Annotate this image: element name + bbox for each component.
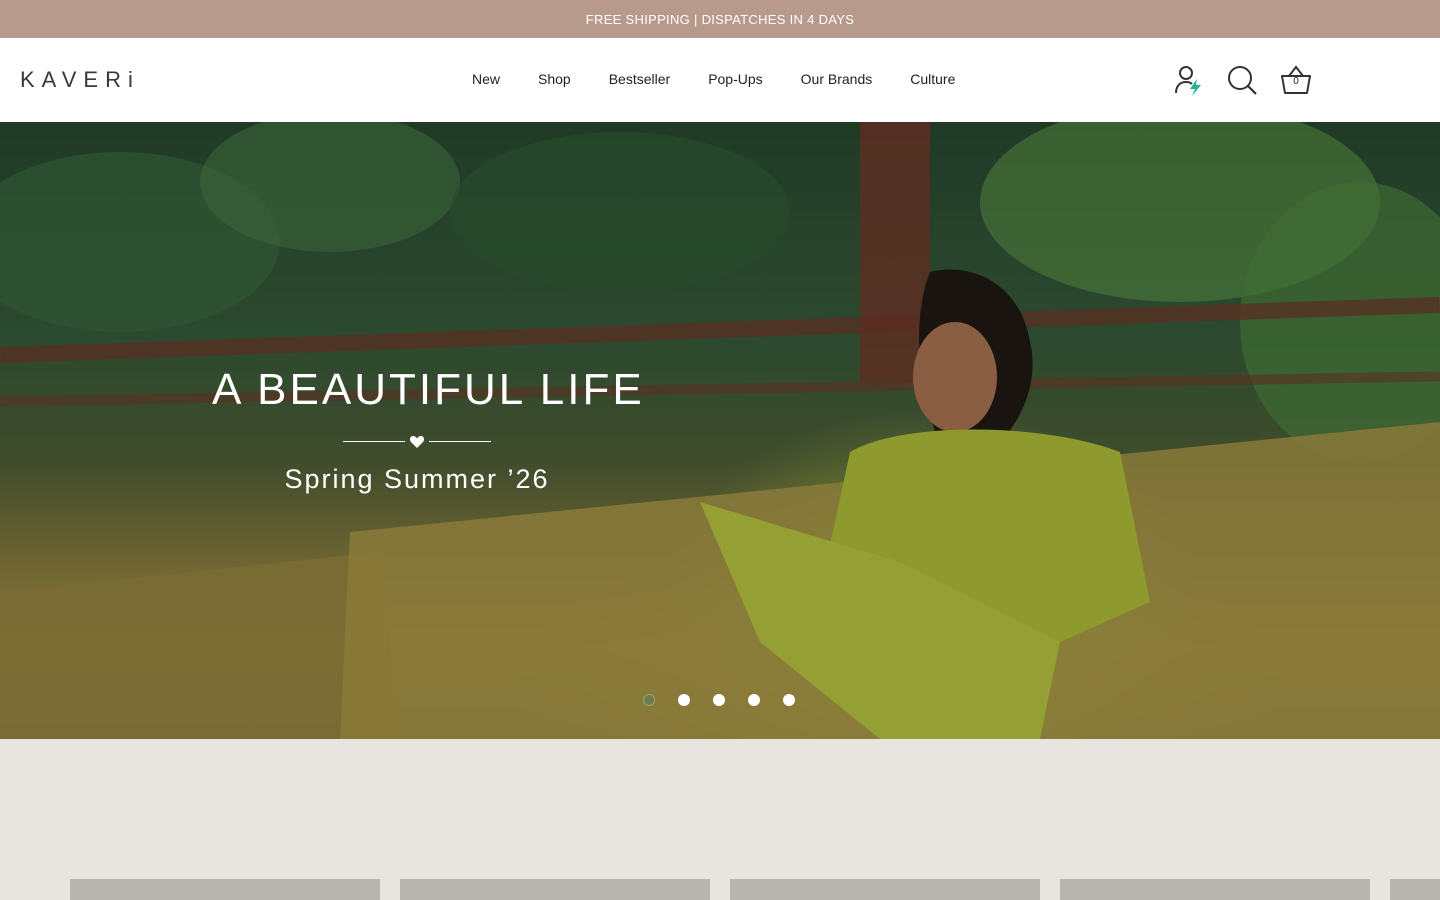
slide-dot-5[interactable] <box>783 694 795 706</box>
announcement-bar: FREE SHIPPING | DISPATCHES IN 4 DAYS <box>0 0 1440 38</box>
slide-pagination <box>643 694 795 706</box>
nav-item-pop-ups[interactable]: Pop-Ups <box>689 68 781 90</box>
announcement-text: FREE SHIPPING | DISPATCHES IN 4 DAYS <box>585 11 855 27</box>
divider-line <box>429 441 491 442</box>
slide-dot-3[interactable] <box>713 694 725 706</box>
main-nav: New Shop Bestseller Pop-Ups Our Brands C… <box>453 68 974 90</box>
nav-item-new[interactable]: New <box>453 68 519 90</box>
slide-dot-4[interactable] <box>748 694 760 706</box>
hero-subtitle: Spring Summer ’26 <box>284 464 550 494</box>
product-card[interactable] <box>400 879 710 900</box>
product-card[interactable] <box>1390 879 1440 900</box>
nav-item-culture[interactable]: Culture <box>891 68 974 90</box>
nav-item-our-brands[interactable]: Our Brands <box>782 68 892 90</box>
divider-line <box>343 441 405 442</box>
product-card[interactable] <box>70 879 380 900</box>
account-icon <box>1175 66 1201 96</box>
cart-count: 0 <box>1293 76 1299 87</box>
hero-title: A BEAUTIFUL LIFE <box>212 365 645 414</box>
slide-dot-1[interactable] <box>643 694 655 706</box>
cart-button[interactable]: 0 <box>1278 62 1314 98</box>
search-icon <box>1228 66 1257 95</box>
site-header: KAVERi New Shop Bestseller Pop-Ups Our B… <box>0 38 1440 122</box>
hero-slideshow[interactable]: A BEAUTIFUL LIFE Spring Summer ’26 <box>0 122 1440 739</box>
product-card[interactable] <box>1060 879 1370 900</box>
product-section <box>0 739 1440 900</box>
heart-icon <box>409 436 425 448</box>
brand-logo[interactable]: KAVERi <box>20 66 140 94</box>
heart-divider <box>343 434 491 450</box>
nav-item-bestseller[interactable]: Bestseller <box>590 68 689 90</box>
search-button[interactable] <box>1224 62 1260 98</box>
header-icons: 0 <box>1170 62 1314 98</box>
account-button[interactable] <box>1170 62 1206 98</box>
nav-item-shop[interactable]: Shop <box>519 68 590 90</box>
slide-dot-2[interactable] <box>678 694 690 706</box>
product-card[interactable] <box>730 879 1040 900</box>
hero-caption: A BEAUTIFUL LIFE Spring Summer ’26 <box>212 364 645 496</box>
